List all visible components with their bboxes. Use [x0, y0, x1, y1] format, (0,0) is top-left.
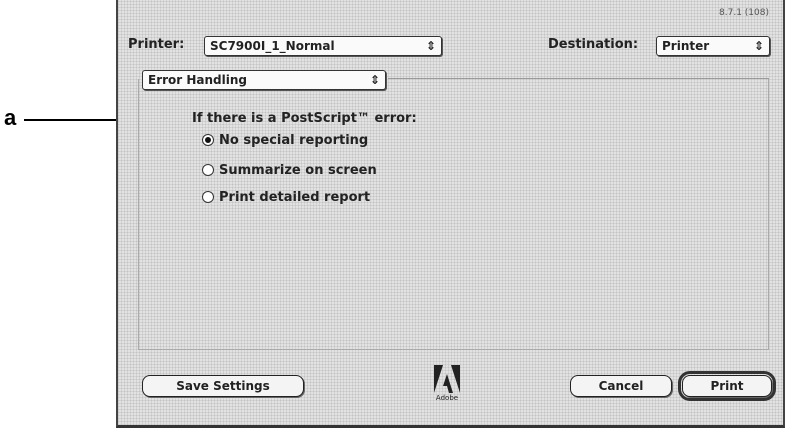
- printer-value: SC7900I_1_Normal: [210, 39, 335, 53]
- version-label: 8.7.1 (108): [719, 8, 769, 18]
- destination-popup[interactable]: Printer ⇕: [656, 36, 770, 56]
- radio-selected-icon[interactable]: [202, 133, 214, 146]
- callout-letter: a: [4, 105, 17, 130]
- panel-popup[interactable]: Error Handling ⇕: [142, 70, 386, 90]
- radio-option-summarize-on-screen[interactable]: Summarize on screen: [202, 163, 377, 183]
- option-label: No special reporting: [219, 133, 369, 148]
- print-dialog: 8.7.1 (108) Printer: SC7900I_1_Normal ⇕ …: [116, 0, 785, 428]
- radio-option-print-detailed-report[interactable]: Print detailed report: [202, 190, 370, 210]
- adobe-logo-icon: [434, 365, 460, 393]
- radio-option-no-special-reporting[interactable]: No special reporting: [202, 133, 368, 153]
- cancel-button[interactable]: Cancel: [570, 375, 672, 397]
- printer-popup[interactable]: SC7900I_1_Normal ⇕: [204, 36, 442, 56]
- save-settings-button[interactable]: Save Settings: [142, 375, 304, 397]
- printer-label: Printer:: [128, 37, 185, 52]
- radio-unselected-icon[interactable]: [202, 190, 214, 203]
- option-label: Print detailed report: [219, 190, 371, 205]
- destination-label: Destination:: [548, 37, 639, 52]
- section-title: If there is a PostScript™ error:: [192, 111, 417, 126]
- popup-arrows-icon: ⇕: [369, 73, 380, 87]
- adobe-logo-text: Adobe: [435, 394, 459, 402]
- radio-unselected-icon[interactable]: [202, 163, 214, 176]
- popup-arrows-icon: ⇕: [753, 39, 764, 53]
- print-button[interactable]: Print: [678, 371, 776, 401]
- panel-value: Error Handling: [148, 73, 248, 87]
- option-label: Summarize on screen: [219, 163, 377, 178]
- destination-value: Printer: [662, 39, 710, 53]
- popup-arrows-icon: ⇕: [425, 39, 436, 53]
- adobe-logo: Adobe: [430, 365, 464, 409]
